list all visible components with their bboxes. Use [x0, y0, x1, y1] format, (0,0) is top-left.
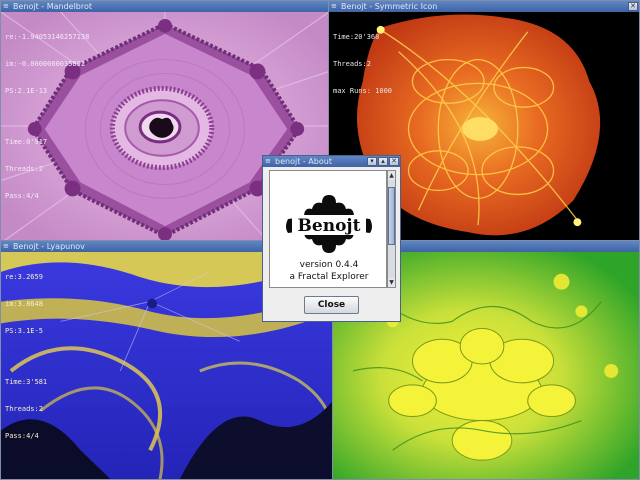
- lyapunov-re: re:3.2659: [5, 273, 43, 281]
- about-scrollbar[interactable]: ▲ ▼: [387, 170, 396, 288]
- close-icon[interactable]: ✕: [389, 157, 399, 166]
- mandelbrot-titlebar[interactable]: ≡ Benojt - Mandelbrot: [1, 1, 329, 12]
- lyapunov-time: Time:3'581: [5, 378, 48, 386]
- lyapunov-info-overlay: re:3.2659 im:3.8648 PS:3.1E-5 Time:3'581…: [5, 255, 47, 459]
- mandelbrot-time: Time:0'917: [5, 138, 48, 146]
- mandelbrot-info-overlay: re:-1.94053146257138 im:-0.0000000035892…: [5, 15, 89, 219]
- minimize-icon[interactable]: ▾: [367, 157, 377, 166]
- window-menu-icon[interactable]: ≡: [265, 158, 273, 165]
- scrollbar-thumb[interactable]: [388, 187, 395, 245]
- scroll-up-icon[interactable]: ▲: [388, 171, 395, 180]
- lyapunov-title: Benojt - Lyapunov: [13, 242, 85, 251]
- mandelbrot-title: Benojt - Mandelbrot: [13, 2, 93, 11]
- close-icon[interactable]: ✕: [628, 2, 638, 11]
- about-content-panel: Benojt version 0.4.4 a Fractal Explorer: [269, 170, 387, 288]
- maximize-icon[interactable]: ▴: [378, 157, 388, 166]
- lyapunov-im: im:3.8648: [5, 300, 43, 308]
- attractor-titlebar[interactable]: ≡ Benojt - Symmetric Icon ✕: [329, 1, 639, 12]
- window-menu-icon[interactable]: ≡: [331, 3, 339, 10]
- scroll-down-icon[interactable]: ▼: [388, 278, 395, 287]
- about-titlebar[interactable]: ≡ benojt - About ▾ ▴ ✕: [263, 156, 400, 167]
- lyapunov-threads: Threads:2: [5, 405, 43, 413]
- attractor-time: Time:20'368: [333, 33, 380, 41]
- close-button[interactable]: Close: [304, 296, 359, 314]
- mandelbrot-im: im:-0.0000000035892: [5, 60, 86, 68]
- attractor-info-overlay: Time:20'368 Threads:2 max Runs: 1000: [333, 15, 392, 114]
- attractor-threads: Threads:2: [333, 60, 371, 68]
- about-title: benojt - About: [275, 157, 332, 166]
- about-tagline: a Fractal Explorer: [289, 272, 369, 282]
- mandelbrot-re: re:-1.94053146257138: [5, 33, 90, 41]
- window-menu-icon[interactable]: ≡: [3, 243, 11, 250]
- mandelbrot-ps: PS:2.1E-13: [5, 87, 48, 95]
- attractor-runs: max Runs: 1000: [333, 87, 393, 95]
- window-menu-icon[interactable]: ≡: [3, 3, 11, 10]
- attractor-title: Benojt - Symmetric Icon: [341, 2, 438, 11]
- lyapunov-pass: Pass:4/4: [5, 432, 39, 440]
- benojt-logo: Benojt: [286, 195, 372, 253]
- mandelbrot-threads: Threads:2: [5, 165, 43, 173]
- lyapunov-ps: PS:3.1E-5: [5, 327, 43, 335]
- about-version: version 0.4.4: [299, 260, 359, 270]
- logo-text: Benojt: [298, 216, 361, 236]
- about-dialog: ≡ benojt - About ▾ ▴ ✕ Benojt version 0.…: [262, 155, 401, 322]
- mandelbrot-pass: Pass:4/4: [5, 192, 39, 200]
